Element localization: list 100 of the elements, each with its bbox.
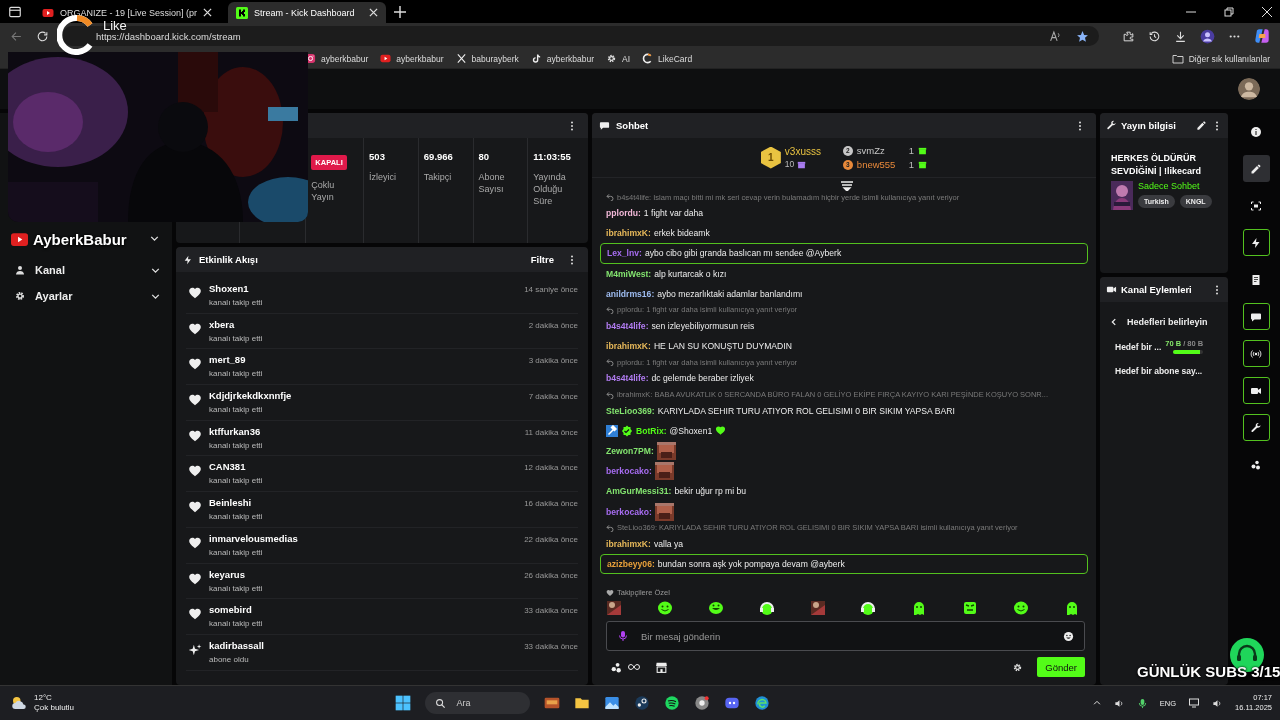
heart-icon [188, 464, 202, 479]
emote-icon[interactable] [1013, 600, 1029, 616]
rail-button[interactable] [1242, 340, 1270, 367]
kick-logo-icon [236, 6, 249, 19]
reload-icon[interactable] [36, 29, 49, 43]
pencil-icon[interactable] [1196, 120, 1207, 131]
rail-button[interactable] [1242, 414, 1270, 441]
network-icon[interactable] [1188, 697, 1200, 709]
username[interactable]: berkocako: [606, 466, 652, 477]
download-icon[interactable] [1174, 29, 1187, 43]
folder-icon[interactable] [574, 695, 591, 711]
event-text: kanalı takip etti [209, 369, 264, 379]
heart-icon [188, 357, 202, 372]
username[interactable]: M4miWest: [606, 268, 652, 279]
puzzle-icon[interactable] [1122, 29, 1135, 43]
username[interactable]: SteLioo369: [606, 405, 655, 416]
steam-icon[interactable] [634, 695, 651, 711]
goal-label[interactable]: Hedef bir ... [1115, 341, 1162, 352]
username[interactable]: b4s4t4life: [606, 321, 649, 332]
timestamp: 7 dakika önce [528, 392, 578, 402]
restore-icon[interactable] [1224, 6, 1234, 17]
bookmark-link[interactable]: ayberkbabur [530, 53, 595, 64]
username[interactable]: ibrahimxK: [606, 341, 651, 352]
heart-icon [606, 588, 614, 597]
emoji-icon[interactable] [1063, 630, 1074, 642]
close-icon[interactable] [203, 8, 213, 17]
bookmark-link[interactable]: AI [606, 53, 631, 64]
category-link[interactable]: Sadece Sohbet [1138, 181, 1212, 192]
infinity-icon[interactable] [627, 662, 641, 672]
stat-value: 503 [369, 151, 386, 162]
close-icon[interactable] [1262, 6, 1272, 17]
profile-avatar-icon[interactable] [1200, 28, 1215, 44]
rail-button[interactable] [1242, 377, 1270, 404]
bookmark-folder[interactable]: Diğer sık kullanılanlar [1171, 52, 1270, 65]
chevron-up-icon[interactable] [1091, 698, 1102, 708]
window-menu-icon[interactable] [8, 4, 22, 19]
read-aloud-icon[interactable] [1049, 29, 1062, 43]
avatar-icon[interactable] [1238, 78, 1260, 100]
bookmark-link[interactable]: ayberkbabur [380, 53, 444, 64]
close-icon[interactable] [369, 8, 379, 17]
heart-icon [188, 535, 202, 550]
windows-icon[interactable] [395, 695, 412, 711]
username[interactable]: berkocako: [606, 506, 652, 517]
username[interactable]: AmGurMessi31: [606, 486, 672, 497]
goal-label[interactable]: Hedef bir abone say... [1115, 366, 1203, 376]
emote-icon[interactable] [656, 600, 673, 616]
game-icon[interactable] [544, 695, 561, 711]
browser-tab[interactable]: Stream - Kick Dashboard [228, 2, 387, 23]
discord-icon[interactable] [724, 695, 741, 711]
username[interactable]: BotRix: [636, 425, 667, 436]
bookmark-link[interactable]: LikeCard [642, 53, 693, 64]
emote-icon[interactable] [860, 600, 877, 616]
username[interactable]: pplordu: [606, 208, 641, 219]
photos-icon[interactable] [604, 695, 621, 711]
username: mert_89 [209, 354, 247, 366]
username[interactable]: ibrahimxK: [606, 538, 651, 549]
username[interactable]: azizbeyy06: [607, 558, 655, 569]
username[interactable]: Lex_lnv: [607, 248, 642, 259]
store-icon[interactable] [655, 660, 668, 674]
message-input[interactable]: Bir mesaj gönderin [639, 629, 1053, 643]
sidebar-item[interactable]: Ayarlar [14, 287, 162, 305]
emote-icon[interactable] [809, 600, 826, 616]
message-field[interactable]: Bir mesaj gönderin [606, 621, 1085, 651]
spotify-icon[interactable] [664, 695, 681, 711]
rank-badge: 1 [760, 146, 781, 169]
speaker-icon[interactable] [1212, 697, 1223, 709]
filter-button[interactable]: Filtre [524, 254, 560, 265]
rail-button[interactable] [1242, 303, 1270, 330]
emote-icon[interactable] [758, 600, 775, 616]
copilot-icon[interactable] [1254, 28, 1270, 44]
username[interactable]: ibrahimxK: [606, 228, 651, 239]
username[interactable]: b4s4t4life: [606, 373, 649, 384]
emote-icon[interactable] [707, 600, 724, 616]
star-icon[interactable] [1076, 29, 1089, 43]
search-field[interactable]: Ara [425, 692, 531, 714]
new-tab-icon[interactable] [394, 5, 407, 18]
speaker-icon[interactable] [1113, 697, 1125, 709]
back-icon[interactable] [10, 29, 23, 43]
rail-button[interactable] [1242, 229, 1270, 256]
dots-icon[interactable] [610, 660, 623, 674]
heart-icon [188, 286, 202, 300]
edge-icon[interactable] [754, 695, 771, 711]
back-link[interactable]: Hedefleri belirleyin [1100, 302, 1228, 327]
settings-icon[interactable] [1012, 661, 1024, 673]
send-button[interactable]: Gönder [1037, 657, 1085, 677]
browser-icon[interactable] [694, 695, 711, 711]
bookmark-link[interactable]: baburayberk [455, 53, 519, 64]
timestamp: 11 dakika önce [524, 427, 578, 437]
stream-title: HERKES ÖLDÜRÜR SEVDİĞİNİ | !likecard [1110, 152, 1203, 179]
rail-button[interactable] [1242, 155, 1270, 182]
scroll-down-icon[interactable] [841, 181, 853, 191]
emote-icon[interactable] [962, 600, 979, 616]
heart-icon [188, 393, 202, 408]
username[interactable]: anildrms16: [606, 288, 655, 299]
sparkle-icon [188, 642, 202, 657]
history-icon[interactable] [1148, 29, 1161, 43]
username[interactable]: Zewon7PM: [606, 445, 654, 456]
sidebar-item[interactable]: Kanal [14, 261, 162, 279]
emote-icon[interactable] [606, 600, 622, 616]
microphone-icon[interactable] [1136, 697, 1148, 709]
